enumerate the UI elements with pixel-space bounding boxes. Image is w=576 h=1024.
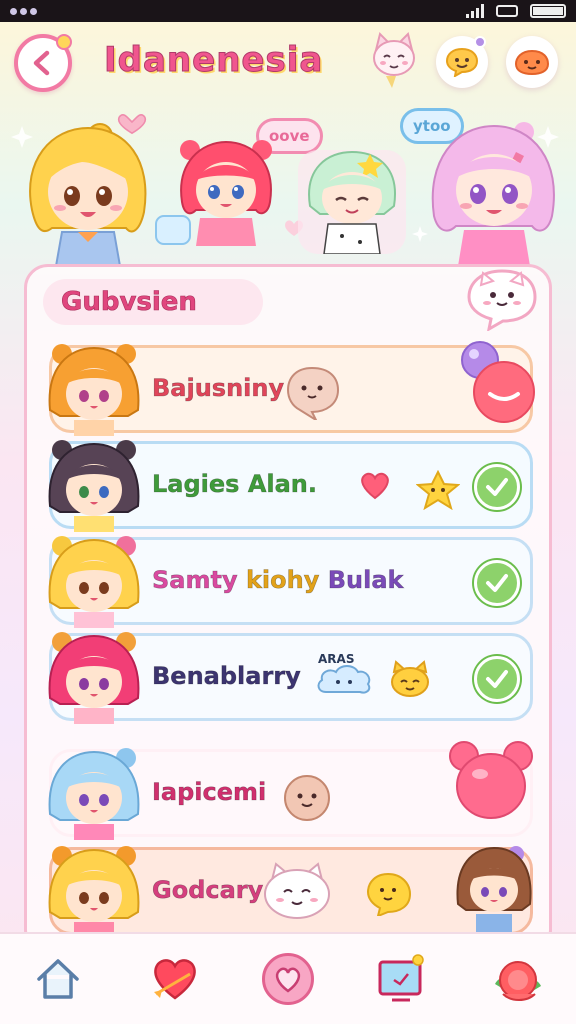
friend-name: Samty kiohy Bulak [152,566,404,595]
check-icon [486,574,508,592]
cat-mascot-icon [373,32,415,88]
back-button[interactable] [14,34,72,92]
avatar [48,846,140,938]
chevron-left-icon [33,50,50,76]
accept-button[interactable] [474,560,520,606]
accept-button[interactable] [474,464,520,510]
tab-home[interactable] [28,949,88,1009]
friend-name-part: Bulak [327,566,404,595]
smile-bubble-icon [445,47,479,77]
section-title: Gubvsien [43,279,263,325]
tab-garden[interactable] [488,949,548,1009]
friends-panel: Gubvsien Bajusniny Lagies Alan. Samty ki… [24,264,552,954]
app-title: Idanenesia [103,40,324,81]
pink-hair-girl-character [431,122,555,266]
tv-icon [378,954,424,1002]
bear-bubble-icon [286,366,340,420]
heart-arrow-icon [154,959,196,1000]
accept-button[interactable] [474,656,520,702]
notification-dot [56,34,72,50]
chick-icon [366,872,412,916]
avatar [48,748,140,840]
friend-name-part: Samty [152,566,238,595]
star-face-icon [416,470,460,510]
avatar [48,536,140,628]
tab-favorites[interactable] [145,949,205,1009]
cat-bubble-icon [467,269,537,331]
red-hair-girl-character [180,140,272,246]
list-item[interactable]: Lagies Alan. [48,440,533,532]
cloud-badge-label: ARAS [318,652,355,666]
mint-hair-girl-character [298,150,406,254]
home-icon [37,959,80,999]
app-header: Idanenesia [0,30,576,100]
bottom-nav [0,932,576,1024]
list-item[interactable]: Godcary [48,846,533,938]
friend-name: Benablarry [152,662,301,691]
white-cat-icon [264,862,330,919]
status-bar [0,0,576,22]
notification-dot [474,36,486,48]
avatar [456,846,532,936]
list-item[interactable]: Samty kiohy Bulak [48,536,533,628]
heart-circle-icon [275,967,301,993]
menu-dots-icon [10,7,37,15]
blob-face-icon [514,49,550,76]
battery-icon [530,4,566,18]
signal-icon [466,4,484,18]
friend-name: Lagies Alan. [152,470,318,499]
avatar [48,440,140,532]
friend-name: Godcary [152,876,264,905]
heart-icon [361,472,389,500]
profile-button[interactable] [506,36,558,88]
avatar [48,632,140,724]
friend-name: Iapicemi [152,778,267,807]
pink-blob-icon[interactable] [460,340,536,426]
flower-icon [494,961,541,1001]
list-item[interactable]: Benablarry ARAS [48,632,533,724]
tab-love[interactable] [261,953,314,1005]
chat-button[interactable] [436,36,488,88]
list-item[interactable]: Iapicemi [48,741,533,840]
list-item[interactable]: Bajusniny [48,341,535,436]
bear-bubble-icon [284,775,330,821]
screen-icon [496,5,518,17]
bear-balloon-icon[interactable] [446,738,536,822]
cat-face-icon [391,660,429,697]
check-icon [486,478,508,496]
avatar [48,344,140,436]
friend-name: Bajusniny [152,374,285,403]
check-icon [486,670,508,688]
character-banner: oove ytoo [0,106,576,266]
friend-name-part: kiohy [245,566,320,595]
cloud-badge: ARAS [314,652,374,698]
blonde-girl-character [29,123,147,266]
tab-watch[interactable] [371,949,431,1009]
